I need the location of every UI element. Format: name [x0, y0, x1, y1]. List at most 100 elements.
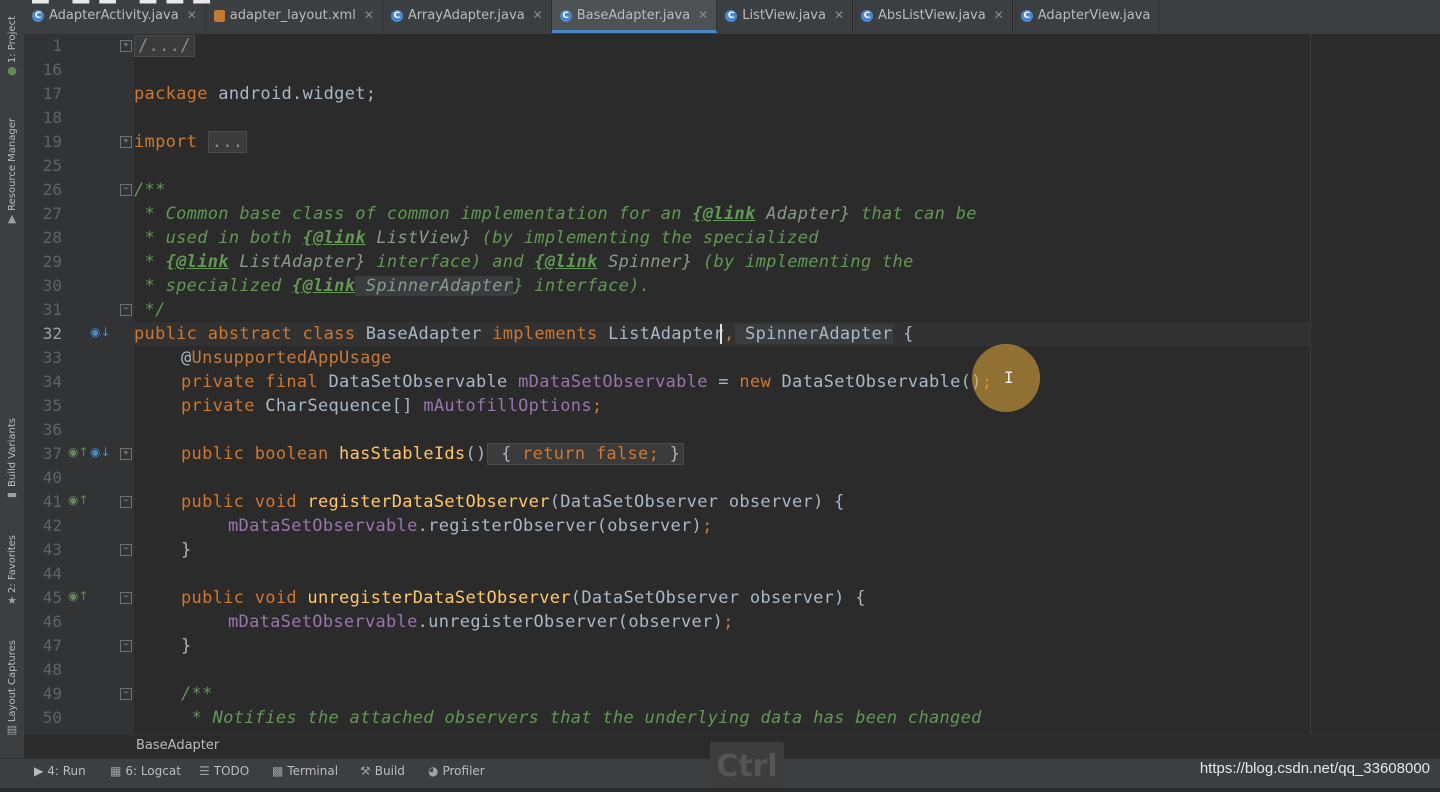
resource-manager-tool-button[interactable]: Resource Manager ▲ — [2, 118, 22, 225]
profiler-tool-button[interactable]: ◕ Profiler — [428, 764, 485, 778]
code-line-34: private final DataSetObservable mDataSet… — [181, 372, 992, 392]
fold-end-icon[interactable]: − — [120, 544, 132, 556]
line-number: 44 — [42, 564, 62, 583]
tab-label: AdapterView.java — [1037, 8, 1151, 23]
run-tool-button[interactable]: ▶ 4: Run — [34, 764, 86, 778]
todo-icon: ☰ — [199, 764, 210, 778]
project-tool-label: 1: Project — [6, 16, 18, 64]
tab-arrayadapter[interactable]: C ArrayAdapter.java ✕ — [383, 0, 552, 33]
todo-tool-button[interactable]: ☰ TODO — [199, 764, 249, 778]
line-number: 41 — [42, 492, 62, 511]
build-variants-tool-button[interactable]: Build Variants ▬ — [2, 418, 22, 501]
line-number-current: 32 — [42, 324, 62, 343]
code-line-31: */ — [134, 300, 166, 320]
line-number: 31 — [42, 300, 62, 319]
tab-label: ArrayAdapter.java — [407, 8, 525, 23]
tab-listview[interactable]: C ListView.java ✕ — [717, 0, 854, 33]
code-line-17: package android.widget; — [134, 84, 377, 104]
tab-label: ListView.java — [742, 8, 826, 23]
code-line-47: } — [181, 636, 192, 656]
left-tool-strip: 1: Project ● Resource Manager ▲ Build Va… — [0, 0, 25, 760]
fold-collapse-icon[interactable]: − — [120, 496, 132, 508]
terminal-tool-label: Terminal — [287, 764, 339, 778]
fold-collapse-icon[interactable]: − — [120, 184, 132, 196]
todo-tool-label: TODO — [213, 764, 250, 778]
java-class-icon: C — [390, 10, 403, 22]
close-icon[interactable]: ✕ — [533, 8, 543, 22]
breadcrumb[interactable]: BaseAdapter — [136, 738, 219, 753]
fold-end-icon[interactable]: − — [120, 304, 132, 316]
fold-expand-icon[interactable]: + — [120, 40, 132, 52]
line-number: 40 — [42, 468, 62, 487]
line-number: 1 — [52, 36, 62, 55]
code-line-43: } — [181, 540, 192, 560]
terminal-tool-button[interactable]: ▩ Terminal — [272, 764, 338, 778]
favorites-label: 2: Favorites — [6, 535, 18, 594]
terminal-icon: ▩ — [272, 764, 284, 778]
line-number: 30 — [42, 276, 62, 295]
close-icon[interactable]: ✕ — [698, 8, 708, 22]
java-class-icon: C — [1020, 10, 1033, 22]
run-icon: ▶ — [34, 764, 44, 778]
code-line-26: /** — [134, 180, 166, 200]
overrides-method-icon[interactable]: ◉↑ — [68, 493, 89, 507]
line-number: 46 — [42, 612, 62, 631]
layout-captures-tool-button[interactable]: Layout Captures ▤ — [2, 640, 22, 736]
line-number: 17 — [42, 84, 62, 103]
line-number: 36 — [42, 420, 62, 439]
build-tool-button[interactable]: ⚒ Build — [360, 764, 405, 778]
text-caret — [720, 324, 722, 344]
fold-expand-icon[interactable]: + — [120, 448, 132, 460]
ibeam-cursor-icon: I — [1004, 368, 1014, 387]
tab-adapterview[interactable]: C AdapterView.java — [1013, 0, 1160, 33]
project-tool-button[interactable]: 1: Project ● — [2, 16, 22, 77]
code-line-27: * Common base class of common implementa… — [134, 204, 977, 224]
favorites-tool-button[interactable]: 2: Favorites ★ — [2, 535, 22, 607]
code-line-35: private CharSequence[] mAutofillOptions; — [181, 396, 603, 416]
build-variants-label: Build Variants — [6, 418, 18, 487]
layout-captures-label: Layout Captures — [6, 640, 18, 723]
overrides-method-icon[interactable]: ◉↑ — [68, 589, 89, 603]
overrides-method-icon[interactable]: ◉↑ — [68, 445, 89, 459]
line-number: 42 — [42, 516, 62, 535]
tab-label: AbsListView.java — [878, 8, 986, 23]
android-icon: ● — [7, 64, 17, 78]
line-number: 50 — [42, 708, 62, 727]
fold-collapse-icon[interactable]: − — [120, 592, 132, 604]
code-line-32: public abstract class BaseAdapter implem… — [134, 324, 914, 344]
resource-manager-label: Resource Manager — [6, 118, 18, 211]
fold-collapse-icon[interactable]: − — [120, 688, 132, 700]
line-number: 35 — [42, 396, 62, 415]
close-icon[interactable]: ✕ — [834, 8, 844, 22]
code-line-42: mDataSetObservable.registerObserver(obse… — [228, 516, 713, 536]
tab-label: adapter_layout.xml — [229, 8, 356, 23]
tab-label: BaseAdapter.java — [576, 8, 691, 23]
editor-right-area — [1311, 34, 1440, 734]
fold-expand-icon[interactable]: + — [120, 136, 132, 148]
tab-baseadapter[interactable]: C BaseAdapter.java ✕ — [551, 0, 718, 33]
fold-end-icon[interactable]: − — [120, 640, 132, 652]
code-line-49: /** — [181, 684, 213, 704]
implemented-by-icon[interactable]: ◉↓ — [90, 445, 111, 459]
code-line-28: * used in both {@link ListView} (by impl… — [134, 228, 819, 248]
tab-label: AdapterActivity.java — [49, 8, 179, 23]
code-line-45: public void unregisterDataSetObserver(Da… — [181, 588, 866, 608]
close-icon[interactable]: ✕ — [364, 8, 374, 22]
key-press-overlay: Ctrl — [710, 742, 784, 787]
line-number: 29 — [42, 252, 62, 271]
implemented-by-icon[interactable]: ◉↓ — [90, 325, 111, 339]
line-number: 43 — [42, 540, 62, 559]
code-line-41: public void registerDataSetObserver(Data… — [181, 492, 845, 512]
line-number: 34 — [42, 372, 62, 391]
line-number: 49 — [42, 684, 62, 703]
line-number: 45 — [42, 588, 62, 607]
run-tool-label: 4: Run — [47, 764, 86, 778]
logcat-tool-button[interactable]: ▦ 6: Logcat — [110, 764, 181, 778]
code-editor[interactable]: /.../ package android.widget; import ...… — [134, 34, 1310, 734]
tab-abslistview[interactable]: C AbsListView.java ✕ — [853, 0, 1013, 33]
close-icon[interactable]: ✕ — [994, 8, 1004, 22]
build-tool-label: Build — [374, 764, 405, 778]
build-icon: ⚒ — [360, 764, 371, 778]
line-number: 19 — [42, 132, 62, 151]
close-icon[interactable]: ✕ — [187, 8, 197, 22]
